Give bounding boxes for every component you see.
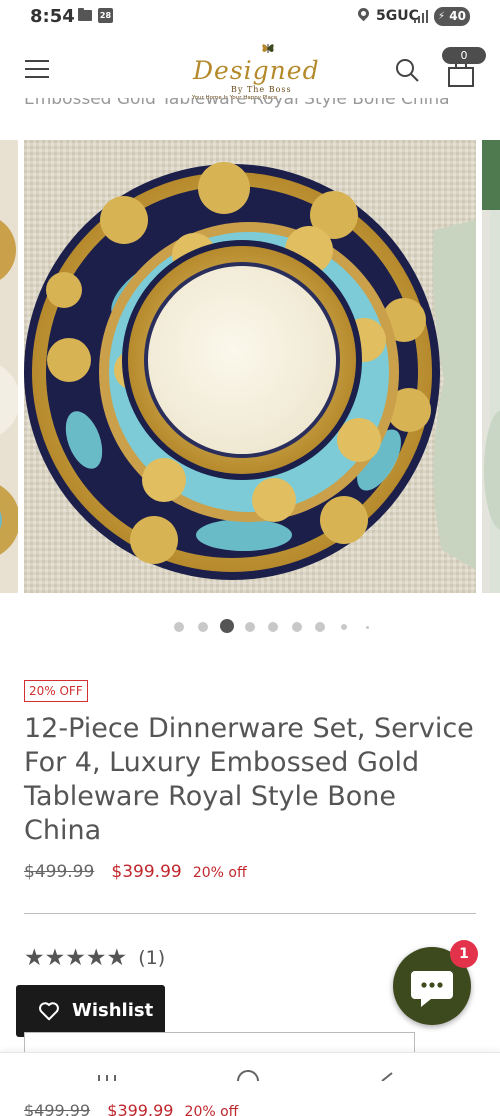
home-icon[interactable] xyxy=(236,1067,260,1081)
wishlist-button[interactable]: Wishlist xyxy=(16,985,165,1037)
product-image-carousel[interactable] xyxy=(0,140,500,595)
discount-badge: 20% OFF xyxy=(24,680,88,702)
price-row: $499.99 $399.99 20% off xyxy=(24,862,247,886)
previous-slide[interactable] xyxy=(0,140,18,593)
sticky-price-row: $499.99 $399.99 20% off xyxy=(24,1101,238,1116)
hamburger-menu-icon[interactable] xyxy=(25,58,49,80)
carousel-dot[interactable] xyxy=(198,622,208,632)
carousel-dot[interactable] xyxy=(245,622,255,632)
site-header: Designed By The Boss Your Home Is Your H… xyxy=(0,34,500,108)
star-icon: ★ xyxy=(85,945,107,971)
carousel-dot[interactable] xyxy=(341,624,347,630)
carousel-dot-active[interactable] xyxy=(220,619,234,633)
logo-wordmark: Designed xyxy=(193,56,320,85)
butterfly-icon xyxy=(262,44,274,53)
star-icon: ★ xyxy=(65,945,86,971)
wishlist-label: Wishlist xyxy=(72,1000,154,1021)
product-image-main[interactable] xyxy=(24,140,476,593)
product-title: 12-Piece Dinnerware Set, Service For 4, … xyxy=(24,713,474,846)
review-count[interactable]: (1) xyxy=(138,946,165,970)
back-icon[interactable] xyxy=(378,1067,396,1081)
next-slide[interactable] xyxy=(482,140,500,593)
carousel-dots xyxy=(0,618,500,634)
location-icon xyxy=(355,5,372,22)
carousel-dot[interactable] xyxy=(315,622,325,632)
network-label: 5GUC xyxy=(376,8,419,24)
carousel-dot[interactable] xyxy=(366,626,369,629)
divider xyxy=(24,913,476,914)
status-time: 8:54 xyxy=(30,6,75,27)
discount-percent: 20% off xyxy=(192,865,247,881)
sale-price: $399.99 xyxy=(111,862,182,882)
carousel-dot[interactable] xyxy=(268,622,278,632)
sticky-sale-price: $399.99 xyxy=(107,1101,174,1116)
site-logo[interactable]: Designed By The Boss Your Home Is Your H… xyxy=(185,40,319,106)
carousel-dot[interactable] xyxy=(174,622,184,632)
sticky-discount-percent: 20% off xyxy=(184,1104,239,1116)
logo-subtitle: By The Boss xyxy=(231,85,292,94)
calendar-icon: 28 xyxy=(98,8,113,23)
folder-icon xyxy=(78,8,92,21)
battery-icon: 40 xyxy=(434,7,470,26)
status-bar: 8:54 28 5GUC 40 xyxy=(0,0,500,34)
star-icon: ★ xyxy=(44,945,66,971)
rating-stars[interactable]: ★★★★★ (1) xyxy=(24,946,165,972)
star-icon: ★ xyxy=(24,945,45,971)
sticky-original-price: $499.99 xyxy=(24,1101,91,1116)
star-icon: ★ xyxy=(106,945,128,971)
scrolled-product-title: Embossed Gold Tableware Royal Style Bone… xyxy=(24,98,450,109)
original-price: $499.99 xyxy=(24,862,95,882)
carousel-dot[interactable] xyxy=(292,622,302,632)
signal-icon xyxy=(414,9,430,23)
recent-apps-icon[interactable] xyxy=(96,1067,118,1081)
chat-unread-badge: 1 xyxy=(450,940,478,968)
sticky-bottom-bar: $499.99 $399.99 20% off xyxy=(0,1052,500,1116)
cart-count-badge[interactable]: 0 xyxy=(442,47,486,64)
heart-icon xyxy=(39,1002,59,1021)
search-icon[interactable] xyxy=(395,58,419,82)
